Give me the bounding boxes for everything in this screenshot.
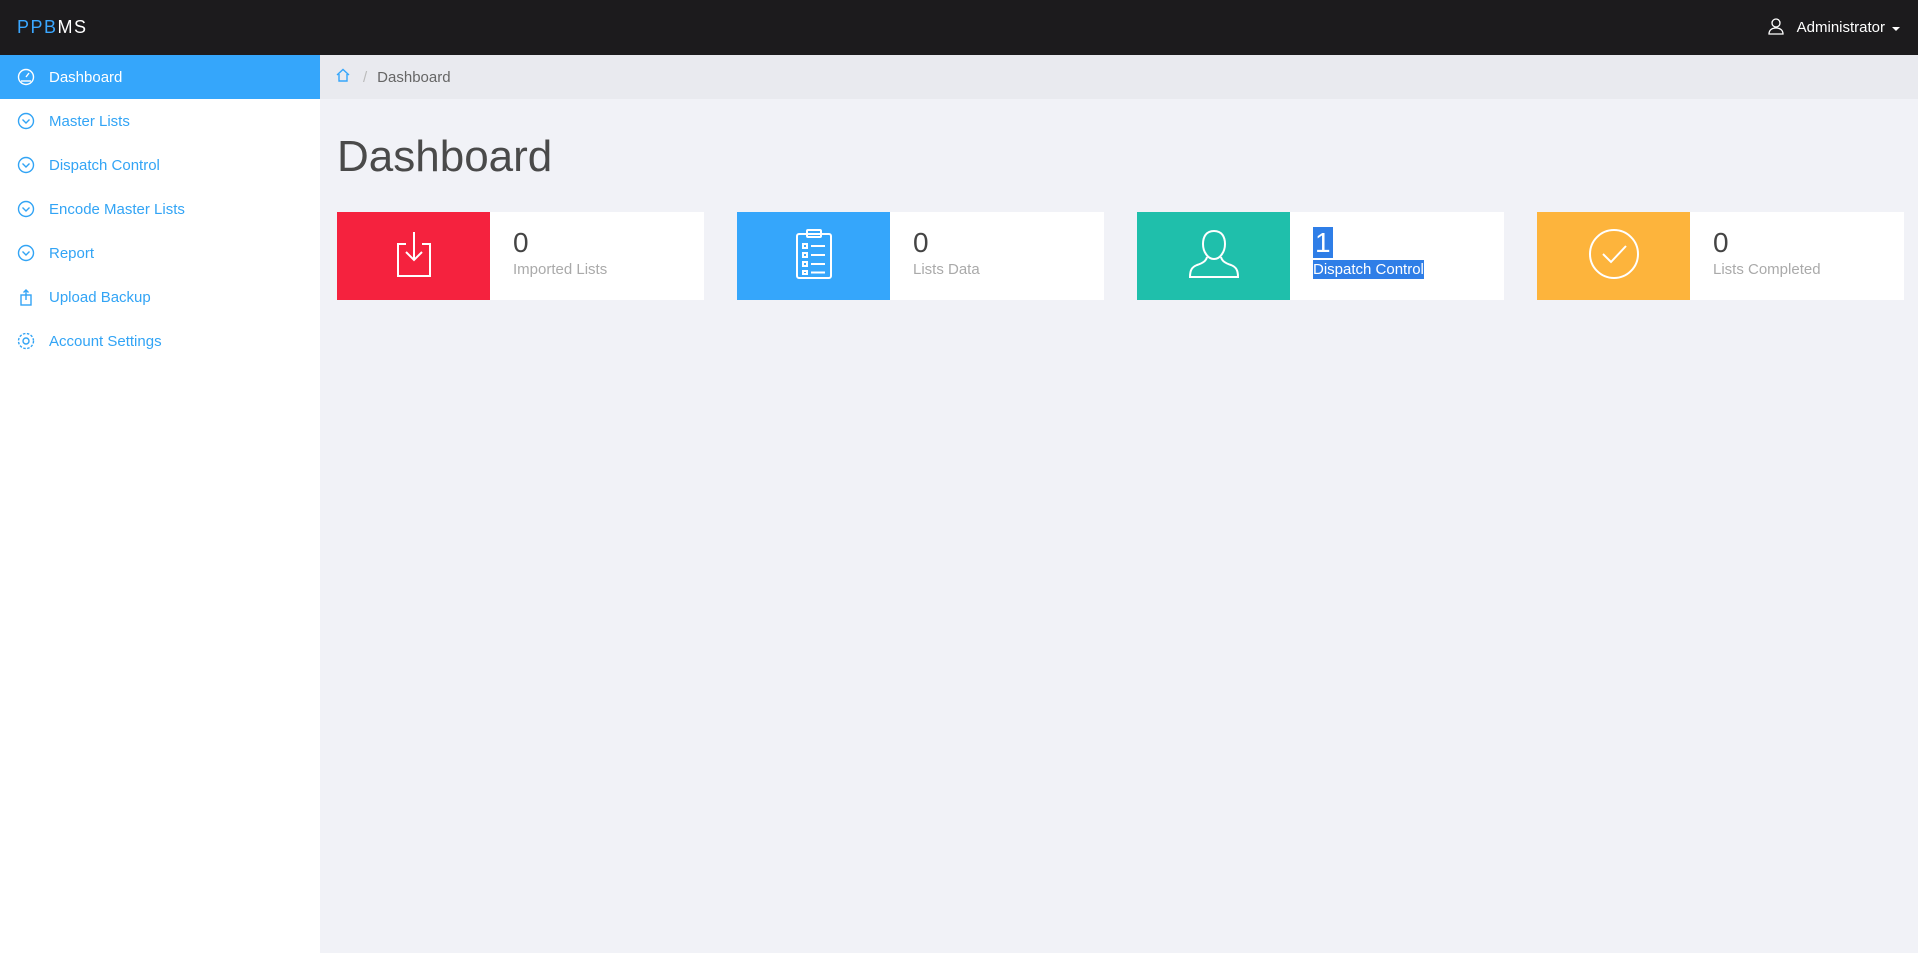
user-icon [1187, 228, 1241, 285]
stat-card-info: 0 Lists Completed [1690, 212, 1821, 300]
breadcrumb-current: Dashboard [377, 68, 451, 86]
stat-value: 1 [1313, 227, 1424, 258]
stat-card-tile [337, 212, 490, 300]
sidebar-item-label: Encode Master Lists [49, 200, 185, 218]
sidebar-item-dashboard[interactable]: Dashboard [0, 55, 320, 99]
clipboard-list-icon [794, 228, 834, 285]
sidebar: Dashboard Master Lists Dispatch Control … [0, 55, 320, 953]
stat-card-tile [1137, 212, 1290, 300]
sidebar-item-label: Dashboard [49, 68, 123, 86]
selected-text: Dispatch Control [1313, 260, 1424, 279]
sidebar-item-label: Account Settings [49, 332, 162, 350]
brand-part-2: MS [57, 17, 88, 37]
dashboard-icon [16, 67, 36, 87]
gear-icon [16, 331, 36, 351]
page-title: Dashboard [337, 132, 553, 181]
sidebar-item-encode-master-lists[interactable]: Encode Master Lists [0, 187, 320, 231]
stat-card-dispatch-control[interactable]: 1 Dispatch Control [1137, 212, 1504, 300]
chevron-down-circle-icon [16, 155, 36, 175]
upload-icon [16, 287, 36, 307]
stat-value: 0 [913, 227, 929, 258]
brand-logo[interactable]: PPBMS [17, 17, 88, 38]
stat-label: Lists Data [913, 261, 980, 278]
chevron-down-circle-icon [16, 111, 36, 131]
stat-label: Imported Lists [513, 261, 608, 278]
selected-text: 1 [1313, 227, 1333, 258]
sidebar-item-label: Master Lists [49, 112, 130, 130]
stat-value: 0 [1713, 227, 1729, 258]
sidebar-item-upload-backup[interactable]: Upload Backup [0, 275, 320, 319]
chevron-down-circle-icon [16, 243, 36, 263]
stat-label: Lists Completed [1713, 261, 1821, 278]
sidebar-item-dispatch-control[interactable]: Dispatch Control [0, 143, 320, 187]
sidebar-item-master-lists[interactable]: Master Lists [0, 99, 320, 143]
stat-card-lists-completed[interactable]: 0 Lists Completed [1537, 212, 1904, 300]
chevron-down-circle-icon [16, 199, 36, 219]
sidebar-item-label: Upload Backup [49, 288, 151, 306]
check-circle-icon [1588, 228, 1640, 285]
stat-card-info: 0 Lists Data [890, 212, 980, 300]
stat-card-info: 1 Dispatch Control [1290, 212, 1424, 300]
stat-card-lists-data[interactable]: 0 Lists Data [737, 212, 1104, 300]
stat-value: 0 [513, 227, 529, 258]
caret-down-icon [1892, 26, 1900, 31]
stat-card-info: 0 Imported Lists [490, 212, 607, 300]
user-menu-button[interactable]: Administrator [1767, 17, 1900, 39]
main-content: / Dashboard Dashboard 0 Imported Lists 0… [320, 55, 1918, 953]
sidebar-item-account-settings[interactable]: Account Settings [0, 319, 320, 363]
breadcrumb-separator: / [363, 68, 368, 86]
user-name: Administrator [1796, 19, 1885, 36]
stat-card-tile [737, 212, 890, 300]
sidebar-item-report[interactable]: Report [0, 231, 320, 275]
sidebar-item-label: Report [49, 244, 95, 262]
brand-part-1: PPB [17, 17, 58, 37]
stat-card-imported-lists[interactable]: 0 Imported Lists [337, 212, 704, 300]
top-navbar: PPBMS Administrator [0, 0, 1918, 55]
sidebar-item-label: Dispatch Control [49, 156, 160, 174]
home-icon[interactable] [335, 67, 351, 87]
user-icon [1767, 17, 1797, 39]
breadcrumb: / Dashboard [320, 55, 1918, 99]
stat-cards: 0 Imported Lists 0 Lists Data 1 Dispatch… [337, 212, 1917, 300]
download-icon [394, 230, 434, 283]
stat-label: Dispatch Control [1313, 260, 1424, 279]
stat-card-tile [1537, 212, 1690, 300]
